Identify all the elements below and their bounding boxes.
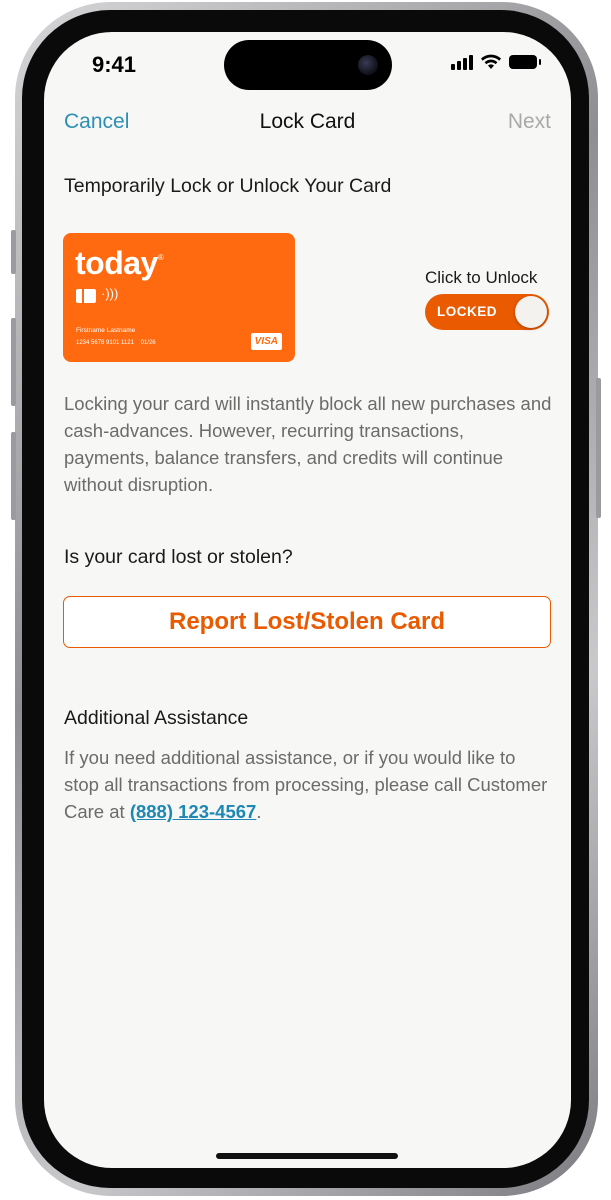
volume-up-button: [11, 318, 16, 406]
lost-section-heading: Is your card lost or stolen?: [64, 546, 293, 568]
action-button: [11, 230, 16, 274]
toggle-caption: Click to Unlock: [425, 268, 538, 287]
card-number: 1234 5678 9101 1121 01/26: [76, 340, 156, 346]
assistance-text: If you need additional assistance, or if…: [64, 747, 548, 822]
cardholder-name: Firstname Lastname: [76, 327, 136, 334]
contactless-icon: ·))): [101, 286, 119, 301]
assistance-heading: Additional Assistance: [64, 707, 249, 729]
status-icons: [451, 54, 541, 70]
customer-care-phone-link[interactable]: (888) 123-4567: [130, 801, 257, 822]
lock-section-heading: Temporarily Lock or Unlock Your Card: [64, 175, 392, 197]
card-brand-logo: today®: [75, 245, 164, 281]
cellular-signal-icon: [451, 54, 473, 70]
lock-toggle[interactable]: LOCKED: [425, 294, 549, 330]
status-time: 9:41: [92, 52, 137, 77]
report-lost-stolen-button[interactable]: Report Lost/Stolen Card: [63, 596, 551, 648]
credit-card-image: today® ·))) Firstname Lastname 1234 5678…: [63, 233, 295, 362]
volume-down-button: [11, 432, 16, 520]
toggle-state-label: LOCKED: [437, 304, 497, 319]
chip-icon: [76, 289, 96, 303]
lock-description: Locking your card will instantly block a…: [64, 393, 552, 495]
wifi-icon: [481, 54, 501, 69]
visa-logo: VISA: [250, 333, 282, 350]
dynamic-island: [224, 40, 392, 90]
camera-icon: [358, 55, 378, 75]
nav-bar: Cancel Lock Card Next: [44, 106, 571, 142]
power-button: [596, 378, 601, 518]
home-indicator[interactable]: [216, 1153, 398, 1159]
screen: 9:41 Cancel Lock Card Next Temporarily L…: [44, 32, 571, 1168]
page-title: Lock Card: [259, 110, 356, 133]
battery-icon: [509, 55, 541, 69]
next-button[interactable]: Next: [508, 110, 551, 134]
toggle-knob[interactable]: [515, 296, 547, 328]
